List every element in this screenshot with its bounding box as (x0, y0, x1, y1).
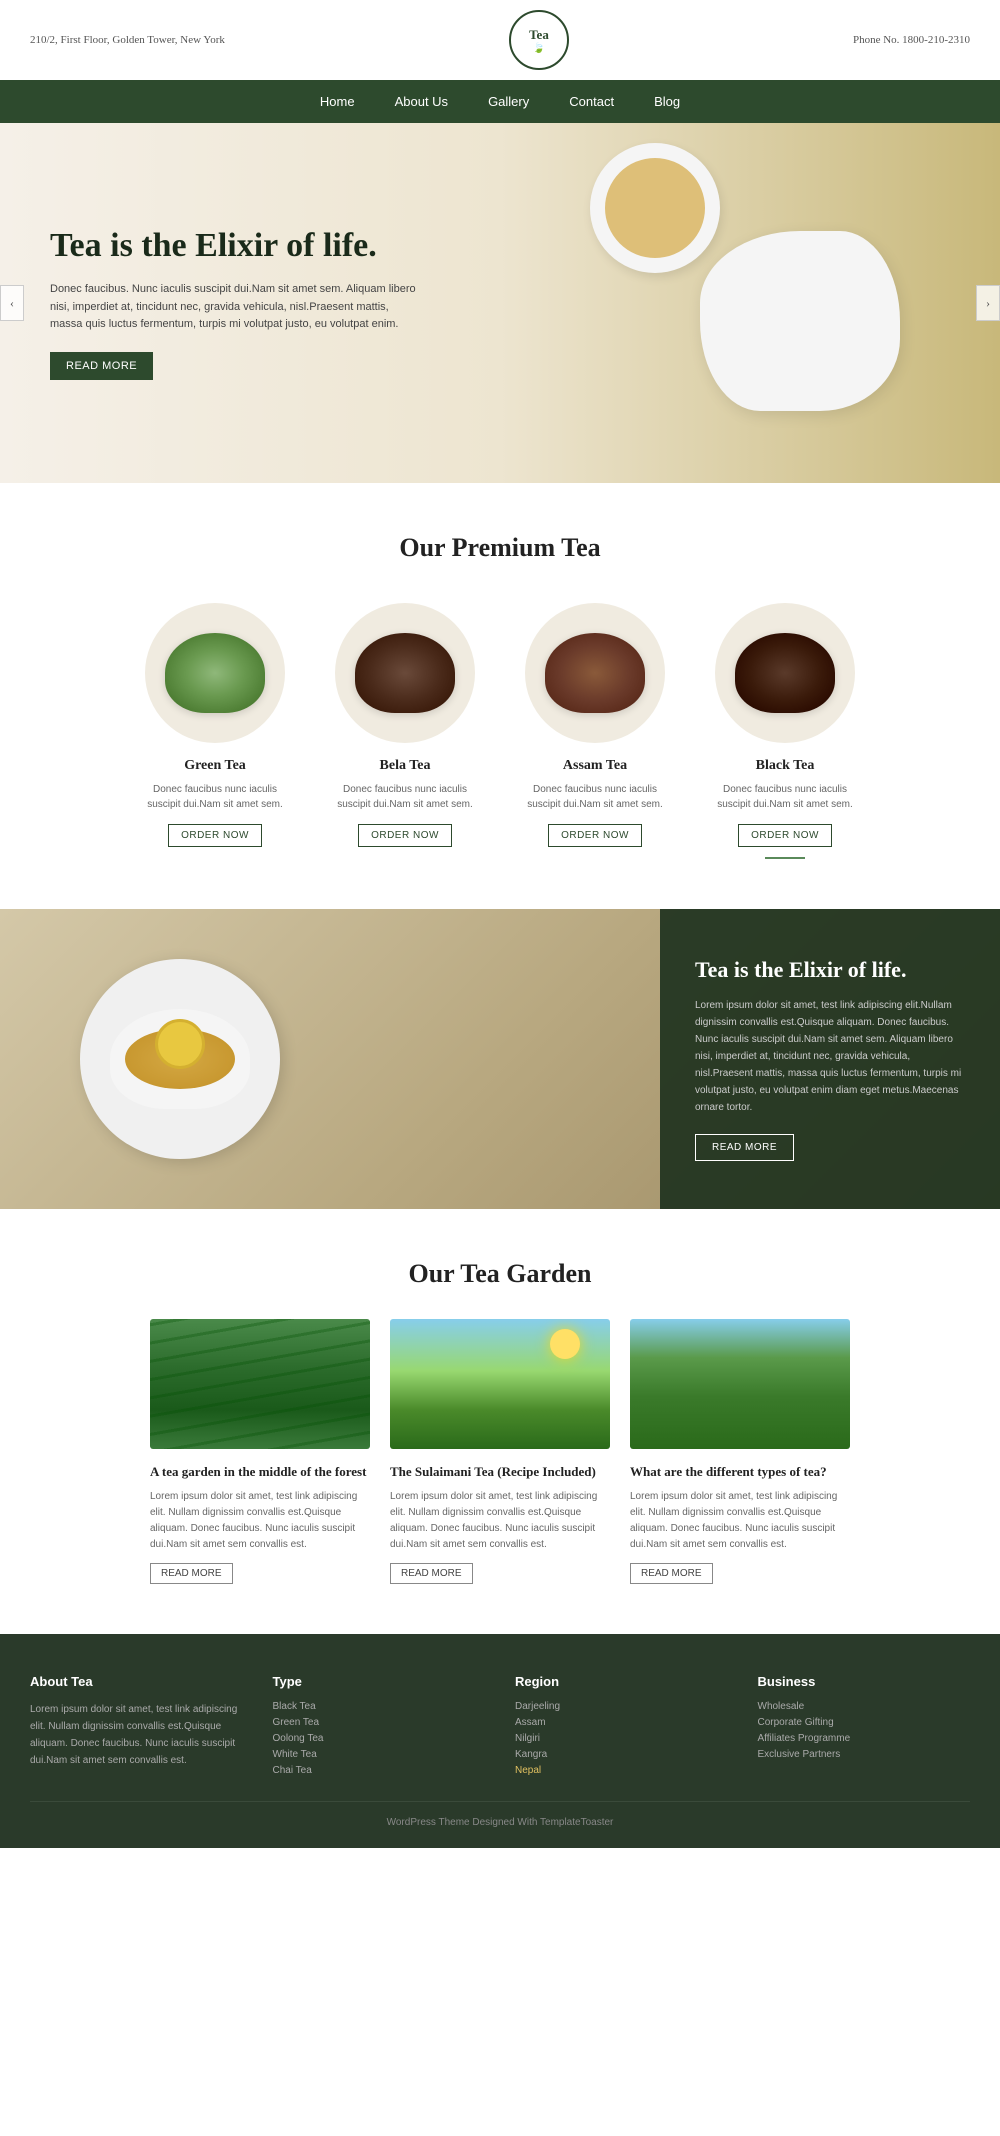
footer-region-assam[interactable]: Assam (515, 1717, 728, 1728)
tea-card-black: Black Tea Donec faucibus nunc iaculis su… (705, 603, 865, 859)
garden-title-3: What are the different types of tea? (630, 1463, 850, 1481)
banner-title: Tea is the Elixir of life. (695, 957, 965, 983)
footer-region-kangra[interactable]: Kangra (515, 1749, 728, 1760)
footer-about-heading: About Tea (30, 1674, 243, 1689)
garden-grid: A tea garden in the middle of the forest… (30, 1319, 970, 1584)
footer-type-chai[interactable]: Chai Tea (273, 1765, 486, 1776)
garden-image-2 (390, 1319, 610, 1449)
garden-image-1 (150, 1319, 370, 1449)
nav-home[interactable]: Home (320, 94, 355, 109)
order-assam-button[interactable]: ORDER NOW (548, 824, 642, 847)
hero-cta-button[interactable]: READ MORE (50, 352, 153, 380)
garden-desc-1: Lorem ipsum dolor sit amet, test link ad… (150, 1489, 370, 1553)
footer-about-text: Lorem ipsum dolor sit amet, test link ad… (30, 1701, 243, 1769)
footer-type-white[interactable]: White Tea (273, 1749, 486, 1760)
tea-desc-bela: Donec faucibus nunc iaculis suscipit dui… (325, 782, 485, 812)
logo-text: Tea (529, 27, 549, 43)
banner-section: Tea is the Elixir of life. Lorem ipsum d… (0, 909, 1000, 1209)
garden-section-title: Our Tea Garden (30, 1259, 970, 1289)
hero-cup-decoration (590, 143, 720, 273)
footer-region-list: Darjeeling Assam Nilgiri Kangra Nepal (515, 1701, 728, 1776)
garden-title-1: A tea garden in the middle of the forest (150, 1463, 370, 1481)
footer-business-corporate-gifting[interactable]: Corporate Gifting (758, 1717, 971, 1728)
footer-about-col: About Tea Lorem ipsum dolor sit amet, te… (30, 1674, 243, 1781)
tea-card-bela: Bela Tea Donec faucibus nunc iaculis sus… (325, 603, 485, 859)
garden-image-3 (630, 1319, 850, 1449)
footer-type-black[interactable]: Black Tea (273, 1701, 486, 1712)
tea-desc-green: Donec faucibus nunc iaculis suscipit dui… (135, 782, 295, 812)
footer-type-heading: Type (273, 1674, 486, 1689)
hero-content: Tea is the Elixir of life. Donec faucibu… (0, 226, 420, 380)
footer-bottom: WordPress Theme Designed With TemplateTo… (30, 1801, 970, 1828)
order-black-button[interactable]: ORDER NOW (738, 824, 832, 847)
garden-title-2: The Sulaimani Tea (Recipe Included) (390, 1463, 610, 1481)
tea-desc-black: Donec faucibus nunc iaculis suscipit dui… (705, 782, 865, 812)
tea-name-black: Black Tea (705, 758, 865, 774)
hero-next-arrow[interactable]: › (976, 285, 1000, 321)
footer-region-heading: Region (515, 1674, 728, 1689)
footer-region-darjeeling[interactable]: Darjeeling (515, 1701, 728, 1712)
garden-desc-2: Lorem ipsum dolor sit amet, test link ad… (390, 1489, 610, 1553)
tea-image-bela (335, 603, 475, 743)
tea-image-green (145, 603, 285, 743)
footer-region-col: Region Darjeeling Assam Nilgiri Kangra N… (515, 1674, 728, 1781)
decorative-line (765, 857, 805, 859)
footer-type-oolong[interactable]: Oolong Tea (273, 1733, 486, 1744)
hero-title: Tea is the Elixir of life. (50, 226, 420, 267)
tea-grid: Green Tea Donec faucibus nunc iaculis su… (30, 603, 970, 859)
order-bela-button[interactable]: ORDER NOW (358, 824, 452, 847)
main-nav: Home About Us Gallery Contact Blog (0, 80, 1000, 123)
tea-desc-assam: Donec faucibus nunc iaculis suscipit dui… (515, 782, 675, 812)
nav-contact[interactable]: Contact (569, 94, 614, 109)
footer-type-list: Black Tea Green Tea Oolong Tea White Tea… (273, 1701, 486, 1776)
tea-card-green: Green Tea Donec faucibus nunc iaculis su… (135, 603, 295, 859)
garden-card-2: The Sulaimani Tea (Recipe Included) Lore… (390, 1319, 610, 1584)
tea-image-black (715, 603, 855, 743)
phone: Phone No. 1800-210-2310 (853, 34, 970, 46)
footer-business-list: Wholesale Corporate Gifting Affiliates P… (758, 1701, 971, 1760)
garden-desc-3: Lorem ipsum dolor sit amet, test link ad… (630, 1489, 850, 1553)
footer-type-col: Type Black Tea Green Tea Oolong Tea Whit… (273, 1674, 486, 1781)
hero-description: Donec faucibus. Nunc iaculis suscipit du… (50, 281, 420, 334)
footer-business-wholesale[interactable]: Wholesale (758, 1701, 971, 1712)
address: 210/2, First Floor, Golden Tower, New Yo… (30, 34, 225, 46)
logo: Tea 🍃 (509, 10, 569, 70)
footer-business-partners[interactable]: Exclusive Partners (758, 1749, 971, 1760)
tea-name-green: Green Tea (135, 758, 295, 774)
banner-cup-decoration (80, 959, 280, 1159)
footer-type-green[interactable]: Green Tea (273, 1717, 486, 1728)
footer-business-affiliates[interactable]: Affiliates Programme (758, 1733, 971, 1744)
banner-cta-button[interactable]: READ MORE (695, 1134, 794, 1161)
footer-grid: About Tea Lorem ipsum dolor sit amet, te… (30, 1674, 970, 1781)
order-green-button[interactable]: ORDER NOW (168, 824, 262, 847)
garden-read-more-2[interactable]: READ MORE (390, 1563, 473, 1584)
logo-leaf: 🍃 (533, 43, 545, 54)
footer: About Tea Lorem ipsum dolor sit amet, te… (0, 1634, 1000, 1848)
premium-section-title: Our Premium Tea (30, 533, 970, 563)
nav-blog[interactable]: Blog (654, 94, 680, 109)
nav-about[interactable]: About Us (395, 94, 448, 109)
hero-section: Tea is the Elixir of life. Donec faucibu… (0, 123, 1000, 483)
garden-section: Our Tea Garden A tea garden in the middl… (0, 1209, 1000, 1634)
footer-bottom-text: WordPress Theme Designed With TemplateTo… (387, 1817, 614, 1828)
garden-read-more-1[interactable]: READ MORE (150, 1563, 233, 1584)
tea-name-bela: Bela Tea (325, 758, 485, 774)
banner-content-box: Tea is the Elixir of life. Lorem ipsum d… (660, 909, 1000, 1209)
garden-card-1: A tea garden in the middle of the forest… (150, 1319, 370, 1584)
banner-description: Lorem ipsum dolor sit amet, test link ad… (695, 997, 965, 1116)
hero-teapot-decoration (700, 231, 900, 411)
garden-card-3: What are the different types of tea? Lor… (630, 1319, 850, 1584)
premium-tea-section: Our Premium Tea Green Tea Donec faucibus… (0, 483, 1000, 909)
tea-image-assam (525, 603, 665, 743)
footer-business-col: Business Wholesale Corporate Gifting Aff… (758, 1674, 971, 1781)
top-bar: 210/2, First Floor, Golden Tower, New Yo… (0, 0, 1000, 80)
tea-name-assam: Assam Tea (515, 758, 675, 774)
nav-gallery[interactable]: Gallery (488, 94, 529, 109)
garden-read-more-3[interactable]: READ MORE (630, 1563, 713, 1584)
tea-card-assam: Assam Tea Donec faucibus nunc iaculis su… (515, 603, 675, 859)
footer-region-nepal[interactable]: Nepal (515, 1765, 728, 1776)
footer-business-heading: Business (758, 1674, 971, 1689)
footer-region-nilgiri[interactable]: Nilgiri (515, 1733, 728, 1744)
